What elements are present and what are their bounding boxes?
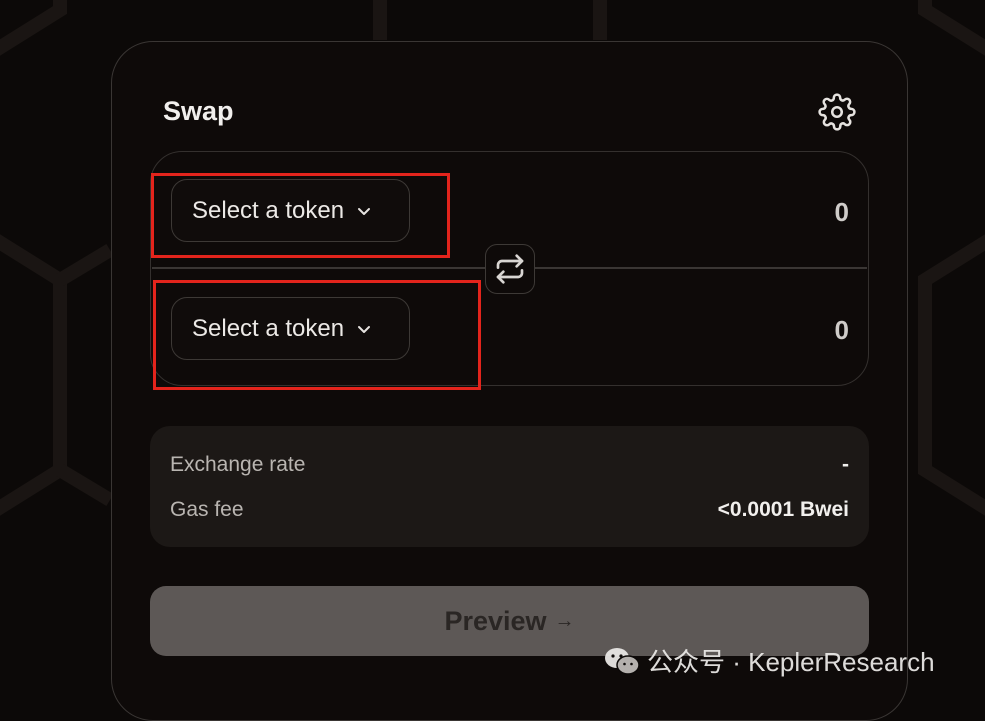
- gas-fee-value: <0.0001 Bwei: [717, 498, 849, 521]
- gas-fee-label: Gas fee: [170, 498, 244, 521]
- from-amount-input[interactable]: 0: [835, 197, 849, 228]
- arrow-right-icon: →: [554, 609, 575, 632]
- to-amount-input[interactable]: 0: [835, 315, 849, 346]
- exchange-rate-row: Exchange rate -: [170, 453, 849, 477]
- watermark: 公众号 · KeplerResearch: [603, 642, 935, 679]
- watermark-text: 公众号 · KeplerResearch: [647, 647, 935, 677]
- to-token-select-button[interactable]: Select a token: [171, 297, 410, 360]
- chevron-down-icon: [358, 325, 371, 333]
- wechat-icon: [605, 647, 640, 675]
- exchange-rate-label: Exchange rate: [170, 453, 306, 476]
- exchange-rate-value: -: [842, 453, 849, 476]
- from-token-select-label: Select a token: [192, 196, 345, 224]
- gear-icon[interactable]: [818, 93, 856, 131]
- swap-title: Swap: [163, 96, 234, 126]
- gas-fee-row: Gas fee <0.0001 Bwei: [170, 498, 849, 522]
- chevron-down-icon: [358, 207, 371, 215]
- from-token-select-button[interactable]: Select a token: [171, 179, 410, 242]
- switch-tokens-button[interactable]: [485, 244, 535, 294]
- to-token-select-label: Select a token: [192, 314, 345, 342]
- preview-button-label: Preview: [444, 605, 547, 636]
- swap-info-panel: Exchange rate - Gas fee <0.0001 Bwei: [150, 426, 869, 547]
- swap-arrows-icon: [496, 254, 524, 284]
